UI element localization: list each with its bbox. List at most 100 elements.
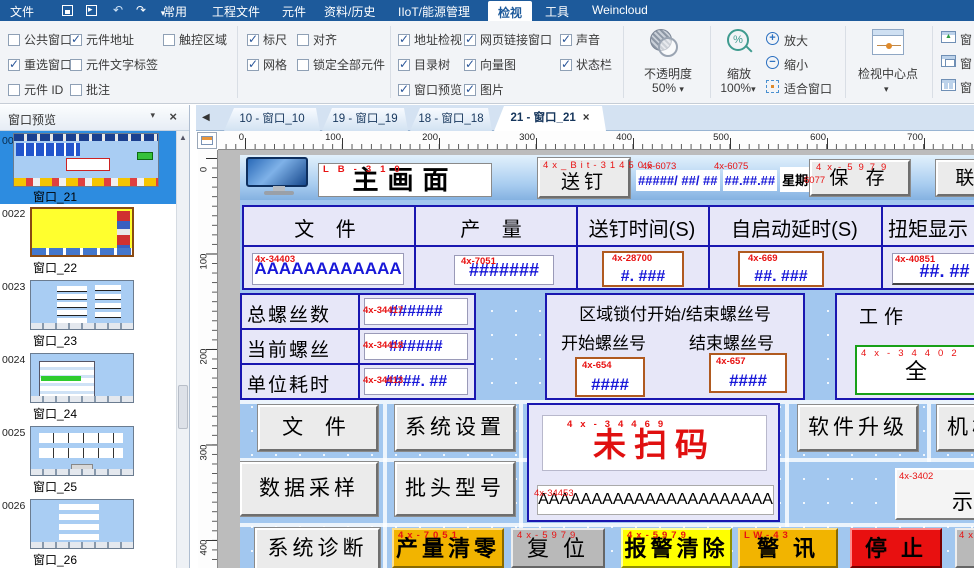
checkbox-grid[interactable]: 网格 <box>247 56 287 72</box>
checkbox-directory-tree[interactable]: 目录树 <box>398 56 450 72</box>
hmi-window-21-design[interactable]: LB-310 主画面 4x_Bit-314506 送钉 4x-6073 4x-6… <box>240 155 974 568</box>
end-screw-field[interactable]: 4x-657 #### <box>709 353 787 393</box>
window-preview-item-21[interactable]: 0021 窗口_21 <box>0 131 176 204</box>
monitor-icon[interactable] <box>246 157 312 197</box>
torque-field[interactable]: 4x-40851 ##. ## <box>892 253 974 285</box>
window-thumbnail[interactable] <box>30 280 134 330</box>
ruler-corner-icon[interactable] <box>197 132 217 149</box>
menu-tab-data-history[interactable]: 资料/历史 <box>324 3 375 20</box>
scroll-up-icon[interactable] <box>177 131 189 144</box>
sidebar-scrollbar[interactable] <box>176 131 189 568</box>
parameter-table[interactable]: 文 件 产 量 送钉时间(S) 自启动延时(S) 扭矩显示 4x-34403 A… <box>242 205 974 290</box>
menu-tab-weincloud[interactable]: Weincloud <box>592 3 648 17</box>
checkbox-window-preview[interactable]: 窗口预览 <box>398 81 462 97</box>
fit-window-icon[interactable] <box>766 80 779 93</box>
view-center-label[interactable]: 检视中心点 <box>853 65 923 82</box>
barcode-field[interactable]: 4x-34453 AAAAAAAAAAAAAAAAAAAAAA <box>537 485 774 515</box>
current-screw-field[interactable]: 4x-34418 ###### <box>364 333 468 360</box>
checkbox-vector-graphics[interactable]: 向量图 <box>464 56 516 72</box>
opacity-label[interactable]: 不透明度 <box>636 65 700 82</box>
stop-button[interactable]: 停 止 <box>850 528 942 568</box>
tab-close-icon[interactable] <box>583 106 590 131</box>
checkbox-status-bar[interactable]: 状态栏 <box>560 56 612 72</box>
checkbox-common-window[interactable]: 公共窗口 <box>8 31 72 47</box>
window-cascade-icon[interactable] <box>941 55 956 67</box>
zoom-icon[interactable]: % <box>727 29 749 51</box>
export-icon[interactable] <box>84 4 100 18</box>
fit-window-label[interactable]: 适合窗口 <box>784 80 832 97</box>
region-lock-panel[interactable]: 区域锁付开始/结束螺丝号 开始螺丝号 结束螺丝号 4x-654 #### 4x-… <box>545 293 805 400</box>
menu-tab-elements[interactable]: 元件 <box>282 3 306 20</box>
unit-time-field[interactable]: 4x-34413 ####. ## <box>364 368 468 395</box>
design-canvas[interactable]: LB-310 主画面 4x_Bit-314506 送钉 4x-6073 4x-6… <box>218 150 974 568</box>
window-preview-item-26[interactable]: 0026 窗口_26 <box>0 496 176 568</box>
checkbox-lock-all-elements[interactable]: 锁定全部元件 <box>297 56 385 72</box>
checkbox-sound[interactable]: 声音 <box>560 31 600 47</box>
checkbox-element-text-label[interactable]: 元件文字标签 <box>70 56 158 72</box>
tab-window-19[interactable]: 19 - 窗口_19 <box>322 108 408 131</box>
main-screen-label[interactable]: LB-310 主画面 <box>318 163 492 197</box>
pin-time-field[interactable]: 4x-28700 #. ### <box>602 251 684 287</box>
checkbox-touch-area[interactable]: 触控区域 <box>163 31 227 47</box>
checkbox-picture[interactable]: 图片 <box>464 81 504 97</box>
screw-stats-table[interactable]: 总螺丝数 4x-34417 ###### 当前螺丝 4x-34418 #####… <box>240 293 476 400</box>
scrollbar-thumb[interactable] <box>178 385 188 429</box>
window-preview-item-24[interactable]: 0024 窗口_24 <box>0 350 176 423</box>
menu-file[interactable]: 文件 <box>10 3 34 20</box>
zoom-in-icon[interactable]: + <box>766 32 779 45</box>
checkbox-element-address[interactable]: 元件地址 <box>70 31 134 47</box>
tab-window-18[interactable]: 18 - 窗口_18 <box>410 108 492 131</box>
work-panel[interactable]: 工作 4x-34402 全 <box>835 293 974 400</box>
window-command-label[interactable]: 窗 <box>960 79 972 96</box>
total-screws-field[interactable]: 4x-34417 ###### <box>364 298 468 325</box>
reset-button[interactable]: 4x-5979 复 位 <box>511 528 605 568</box>
alarm-button[interactable]: LW-43 警 讯 <box>738 528 838 568</box>
alarm-clear-button[interactable]: 4x-5979 报警清除 <box>621 528 732 568</box>
window-preview-item-22[interactable]: 0022 窗口_22 <box>0 204 176 277</box>
autostart-delay-field[interactable]: 4x-669 ##. ### <box>738 251 824 287</box>
display-box[interactable]: 4x-3402 示 <box>895 468 974 520</box>
scan-status-panel[interactable]: 4x-34469 未扫码 4x-34453 AAAAAAAAAAAAAAAAAA… <box>527 403 780 522</box>
datetime-display[interactable]: 4x-6073 4x-6075 6077 #####/ ##/ ####.##.… <box>636 167 806 191</box>
menu-tab-iiot-energy[interactable]: IIoT/能源管理 <box>398 3 470 20</box>
file-button[interactable]: 文 件 <box>258 405 378 451</box>
window-preview-item-23[interactable]: 0023 窗口_23 <box>0 277 176 350</box>
view-center-icon[interactable] <box>872 29 904 55</box>
start-screw-field[interactable]: 4x-654 #### <box>575 357 645 397</box>
date-field[interactable]: #####/ ##/ ## <box>636 170 720 191</box>
file-name-field[interactable]: 4x-34403 AAAAAAAAAAAA <box>252 253 404 285</box>
checkbox-align[interactable]: 对齐 <box>297 31 337 47</box>
menu-tab-common[interactable]: 常用 <box>163 3 187 20</box>
zoom-value[interactable]: 100% <box>712 81 764 95</box>
window-thumbnail[interactable] <box>30 426 134 476</box>
checkbox-element-id[interactable]: 元件 ID <box>8 81 63 97</box>
tab-window-21[interactable]: 21 - 窗口_21 <box>494 106 606 131</box>
window-thumbnail[interactable] <box>30 207 134 257</box>
window-command-label[interactable]: 窗 <box>960 31 972 48</box>
send-pin-button[interactable]: 4x_Bit-314506 送钉 <box>538 158 630 198</box>
time-field[interactable]: ##.##.## <box>723 170 778 191</box>
window-preview-item-25[interactable]: 0025 窗口_25 <box>0 423 176 496</box>
bit-model-button[interactable]: 批头型号 <box>395 462 515 516</box>
window-thumbnail[interactable] <box>30 499 134 549</box>
menu-tab-project-files[interactable]: 工程文件 <box>212 3 260 20</box>
system-settings-button[interactable]: 系统设置 <box>395 405 515 451</box>
checkbox-web-link-window[interactable]: 网页链接窗口 <box>464 31 552 47</box>
redo-icon[interactable] <box>133 4 149 18</box>
online-button[interactable]: 联 机 <box>936 160 974 196</box>
save-icon[interactable] <box>60 4 76 18</box>
window-raise-icon[interactable] <box>941 31 956 43</box>
checkbox-ruler[interactable]: 标尺 <box>247 31 287 47</box>
work-all-button[interactable]: 4x-34402 全 <box>855 345 974 395</box>
checkbox-comment[interactable]: 批注 <box>70 81 110 97</box>
checkbox-address-view[interactable]: 地址检视 <box>398 31 462 47</box>
zoom-label[interactable]: 缩放 <box>715 65 763 82</box>
window-thumbnail[interactable] <box>13 133 159 187</box>
panel-close-icon[interactable] <box>169 109 177 124</box>
checkbox-reselect-window[interactable]: 重选窗口 <box>8 56 72 72</box>
menu-tab-tools[interactable]: 工具 <box>545 3 569 20</box>
opacity-value[interactable]: 50% <box>636 81 700 95</box>
window-tile-icon[interactable] <box>941 79 956 91</box>
zoom-out-icon[interactable]: − <box>766 56 779 69</box>
zoom-in-label[interactable]: 放大 <box>784 32 808 49</box>
